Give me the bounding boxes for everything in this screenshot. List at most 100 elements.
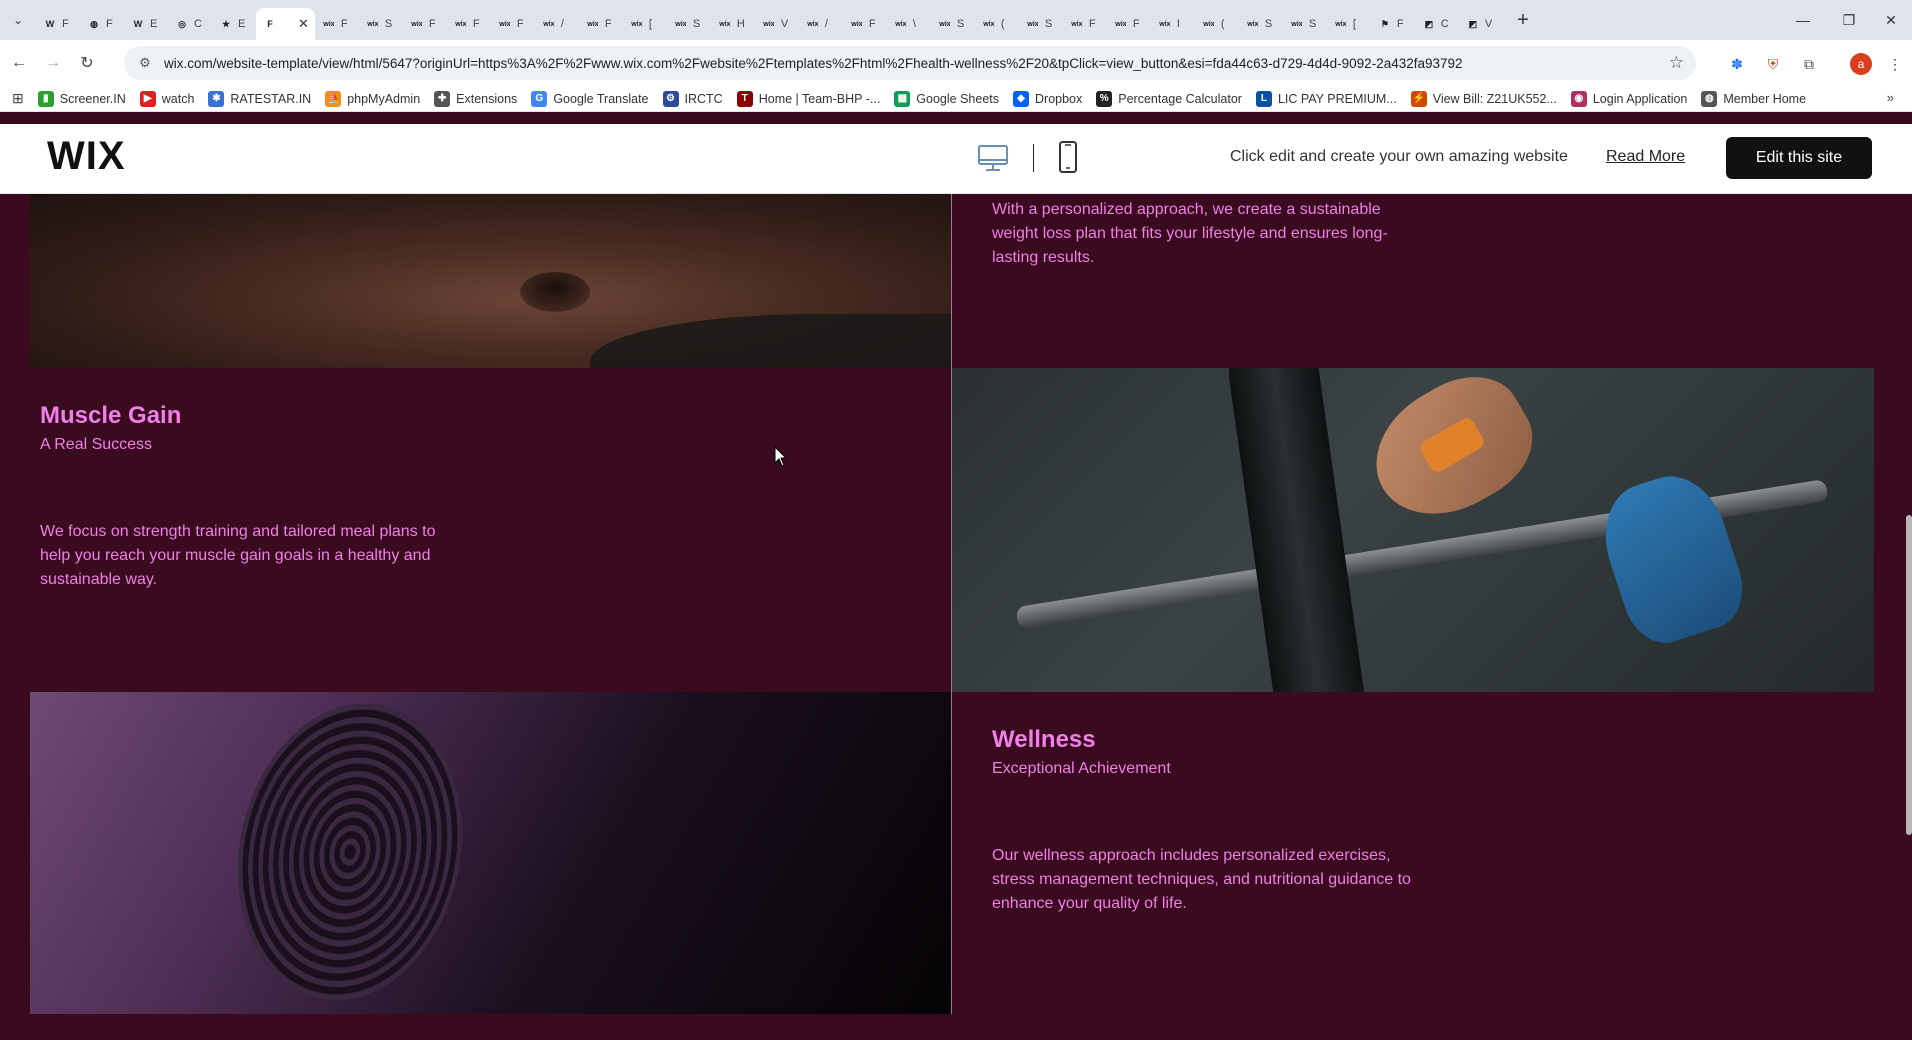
tab-favicon-icon: F [267, 19, 273, 29]
tab-title: E [238, 18, 246, 30]
read-more-link[interactable]: Read More [1606, 148, 1685, 166]
profile-avatar[interactable]: a [1850, 53, 1872, 75]
reload-icon[interactable]: ↻ [72, 48, 102, 78]
tab-title: F [1132, 18, 1140, 30]
browser-tab[interactable]: wix [ [1327, 8, 1371, 40]
browser-tab[interactable]: wix F [447, 8, 491, 40]
tab-title: F [604, 18, 612, 30]
url-text[interactable]: wix.com/website-template/view/html/5647?… [164, 56, 1624, 71]
bookmark-item[interactable]: ▮ Screener.IN [37, 90, 126, 107]
bookmark-item[interactable]: ◉ Login Application [1570, 90, 1688, 107]
tab-search-icon[interactable]: ⌄ [0, 0, 36, 40]
tab-favicon-icon: ◩ [1424, 18, 1434, 29]
bookmark-label: View Bill: Z21UK552... [1432, 91, 1557, 106]
browser-tab[interactable]: ◎ C [168, 8, 212, 40]
more-bookmarks-icon[interactable]: » [1887, 90, 1894, 105]
browser-tab[interactable]: wix F [843, 8, 887, 40]
browser-tab[interactable]: WF [36, 8, 80, 40]
browser-tab[interactable]: ⚑ F [1371, 8, 1415, 40]
tab-favicon-icon: ⚑ [1380, 18, 1389, 29]
tab-favicon-icon: wix [1247, 20, 1259, 28]
new-tab-icon[interactable]: + [1509, 6, 1537, 34]
bookmark-item[interactable]: ⛵ phpMyAdmin [325, 90, 420, 107]
browser-tab[interactable]: wix S [931, 8, 975, 40]
browser-tab[interactable]: wix F [491, 8, 535, 40]
browser-tab[interactable]: wix F [403, 8, 447, 40]
bookmark-item[interactable]: ◍ Member Home [1701, 90, 1807, 107]
extensions-puzzle-icon[interactable]: ⧉ [1798, 53, 1820, 75]
edit-site-button[interactable]: Edit this site [1726, 137, 1872, 179]
tab-favicon-icon: ◎ [178, 18, 186, 29]
bookmark-item[interactable]: ✱ RATESTAR.IN [208, 90, 311, 107]
browser-tab[interactable]: ◍ F [80, 8, 124, 40]
browser-tab[interactable]: wix S [667, 8, 711, 40]
browser-tab[interactable]: ◩ V [1459, 8, 1503, 40]
weight-loss-description: With a personalized approach, we create … [992, 201, 1388, 266]
browser-tab[interactable]: wix [ [623, 8, 667, 40]
bookmark-item[interactable]: ▶ watch [139, 90, 194, 107]
close-tab-icon[interactable]: ✕ [298, 16, 309, 32]
browser-menu-icon[interactable]: ⋮ [1884, 53, 1906, 75]
browser-tab[interactable]: wix S [1283, 8, 1327, 40]
bookmark-item[interactable]: L LIC PAY PREMIUM... [1255, 90, 1397, 107]
browser-tab[interactable]: wix / [799, 8, 843, 40]
bookmark-label: Member Home [1723, 91, 1807, 106]
bookmark-item[interactable]: ◆ Dropbox [1013, 90, 1082, 107]
browser-tab[interactable]: wix F [579, 8, 623, 40]
apps-grid-icon[interactable]: ⊞ [12, 90, 24, 107]
tab-title: F [472, 18, 480, 30]
bookmark-item[interactable]: ⚡ View Bill: Z21UK552... [1410, 90, 1557, 107]
site-info-icon[interactable]: ⚙ [132, 50, 158, 76]
extension-icon[interactable]: ✽ [1726, 53, 1748, 75]
browser-tab[interactable]: wix S [1019, 8, 1063, 40]
desktop-view-icon[interactable] [978, 143, 1008, 173]
tab-favicon-icon: wix [719, 20, 731, 28]
restore-icon[interactable]: ❐ [1826, 0, 1872, 40]
mobile-view-icon[interactable] [1058, 141, 1078, 173]
tab-title: I [1176, 18, 1180, 30]
browser-tab[interactable]: wix V [755, 8, 799, 40]
forward-icon[interactable]: → [38, 48, 68, 78]
bookmark-item[interactable]: % Percentage Calculator [1096, 90, 1242, 107]
bookmark-favicon-icon: L [1255, 90, 1272, 107]
tab-favicon-icon: wix [455, 20, 467, 28]
browser-tab[interactable]: wix ( [1195, 8, 1239, 40]
browser-tab[interactable]: wix F [1063, 8, 1107, 40]
bookmark-item[interactable]: ⚙ IRCTC [662, 90, 723, 107]
browser-tab[interactable]: ★ E [212, 8, 256, 40]
browser-tab[interactable]: wix \ [887, 8, 931, 40]
brave-shield-icon[interactable]: ⛨ [1762, 53, 1784, 75]
tab-favicon-icon: wix [895, 20, 907, 28]
browser-tab[interactable]: WE [124, 8, 168, 40]
tab-favicon-icon: W [45, 19, 55, 29]
muscle-gain-description: We focus on strength training and tailor… [40, 523, 436, 588]
browser-tab[interactable]: wix F [315, 8, 359, 40]
page-scrollbar-thumb[interactable] [1906, 515, 1912, 835]
close-window-icon[interactable]: ✕ [1868, 0, 1912, 40]
browser-tab[interactable]: wix ( [975, 8, 1019, 40]
browser-tab[interactable]: wix / [535, 8, 579, 40]
bookmark-item[interactable]: ✚ Extensions [434, 90, 517, 107]
bookmark-star-icon[interactable]: ☆ [1669, 53, 1684, 73]
tab-title: S [1264, 18, 1273, 30]
bookmark-favicon-icon: ◍ [1701, 90, 1718, 107]
minimize-icon[interactable]: — [1780, 0, 1826, 40]
browser-tab[interactable]: F ✕ [256, 8, 315, 40]
browser-tab[interactable]: wix H [711, 8, 755, 40]
tab-favicon-icon: wix [1159, 20, 1171, 28]
browser-tab[interactable]: ◩ C [1415, 8, 1459, 40]
browser-tab[interactable]: wix I [1151, 8, 1195, 40]
back-icon[interactable]: ← [4, 48, 34, 78]
address-bar[interactable]: ⚙ wix.com/website-template/view/html/564… [124, 46, 1696, 80]
wix-logo[interactable]: WIX [47, 134, 126, 179]
bookmark-label: Login Application [1592, 91, 1688, 106]
browser-tab[interactable]: wix F [1107, 8, 1151, 40]
bookmark-item[interactable]: T Home | Team-BHP -... [736, 90, 880, 107]
bookmark-list: ▮ Screener.IN ▶ watch ✱ RATESTAR.IN ⛵ phpMyAdmi… [24, 90, 1807, 107]
bookmark-item[interactable]: G Google Translate [531, 90, 649, 107]
browser-tab[interactable]: wix S [1239, 8, 1283, 40]
bookmark-favicon-icon: ▦ [894, 90, 911, 107]
bookmark-item[interactable]: ▦ Google Sheets [894, 90, 999, 107]
bookmark-favicon-icon: ▶ [139, 90, 156, 107]
browser-tab[interactable]: wix S [359, 8, 403, 40]
